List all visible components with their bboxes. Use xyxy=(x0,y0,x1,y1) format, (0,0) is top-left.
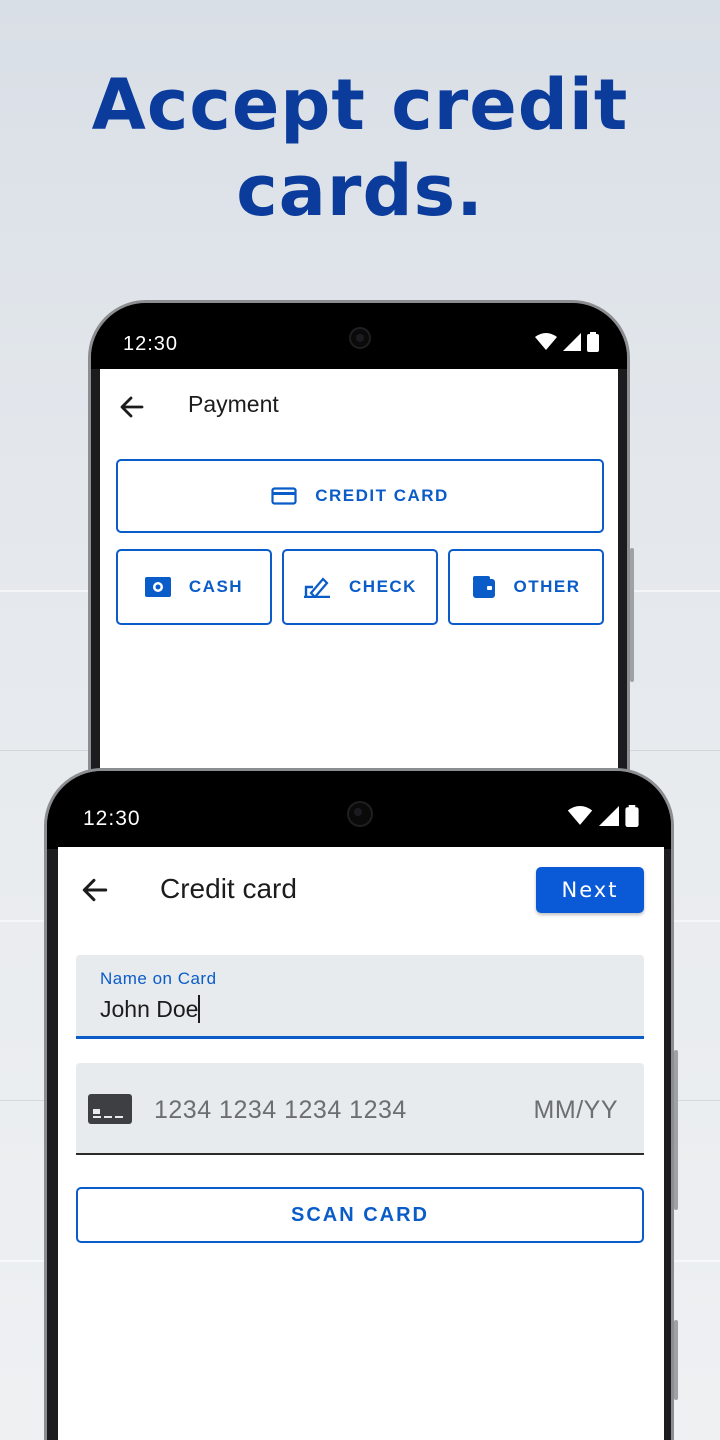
headline-line-1: Accept credit xyxy=(91,64,629,146)
card-number-field[interactable]: 1234 1234 1234 1234 MM/YY xyxy=(76,1063,644,1155)
scan-card-label: SCAN CARD xyxy=(291,1203,429,1226)
page-title: Payment xyxy=(188,391,279,417)
cash-icon xyxy=(144,577,171,597)
wifi-icon xyxy=(535,333,557,350)
phone-side-button xyxy=(630,548,634,682)
payment-phone: 12:30 Payment CREDIT CARD CASH CHECK OTH… xyxy=(88,300,630,820)
payment-header: Payment xyxy=(100,369,618,441)
phone-side-button xyxy=(674,1050,678,1210)
expiry-input[interactable]: MM/YY xyxy=(534,1096,618,1125)
front-camera xyxy=(349,327,371,349)
signal-icon xyxy=(563,333,581,351)
credit-card-button[interactable]: CREDIT CARD xyxy=(116,459,604,533)
credit-card-screen: Credit card Next Name on Card John Doe 1… xyxy=(58,847,664,1440)
cash-button[interactable]: CASH xyxy=(116,549,272,625)
check-button[interactable]: CHECK xyxy=(282,549,438,625)
signal-icon xyxy=(599,806,619,826)
status-icons xyxy=(567,805,639,827)
promo-headline: Accept credit cards. xyxy=(0,62,720,234)
wallet-icon xyxy=(472,576,495,598)
payment-screen: Payment CREDIT CARD CASH CHECK OTHER xyxy=(100,369,618,817)
next-button[interactable]: Next xyxy=(536,867,644,913)
status-bar: 12:30 xyxy=(91,303,627,369)
name-on-card-value: John Doe xyxy=(100,996,199,1022)
name-on-card-label: Name on Card xyxy=(100,969,217,988)
phone-side-button xyxy=(674,1320,678,1400)
check-writing-icon xyxy=(304,577,331,598)
scan-card-button[interactable]: SCAN CARD xyxy=(76,1187,644,1243)
back-arrow-icon[interactable] xyxy=(118,393,146,421)
card-number-input[interactable]: 1234 1234 1234 1234 xyxy=(154,1096,407,1125)
check-label: CHECK xyxy=(349,577,417,596)
cash-label: CASH xyxy=(188,577,244,596)
name-on-card-input[interactable]: John Doe xyxy=(100,995,201,1023)
battery-icon xyxy=(625,805,639,827)
text-caret xyxy=(198,995,201,1023)
headline-line-2: cards. xyxy=(236,150,484,232)
name-on-card-field[interactable]: Name on Card John Doe xyxy=(76,955,644,1039)
status-time: 12:30 xyxy=(123,333,179,355)
page-title: Credit card xyxy=(160,873,297,904)
front-camera xyxy=(347,801,373,827)
other-button[interactable]: OTHER xyxy=(448,549,604,625)
battery-icon xyxy=(587,332,599,352)
wifi-icon xyxy=(567,806,593,825)
credit-card-icon xyxy=(88,1094,132,1124)
credit-card-phone: 12:30 Credit card Next Name on Card John… xyxy=(44,768,674,1440)
back-arrow-icon[interactable] xyxy=(80,875,110,905)
credit-card-label: CREDIT CARD xyxy=(315,486,449,505)
status-icons xyxy=(535,331,599,353)
status-time: 12:30 xyxy=(83,807,141,830)
credit-card-icon xyxy=(271,487,297,505)
other-label: OTHER xyxy=(513,577,581,596)
status-bar: 12:30 xyxy=(47,771,671,849)
